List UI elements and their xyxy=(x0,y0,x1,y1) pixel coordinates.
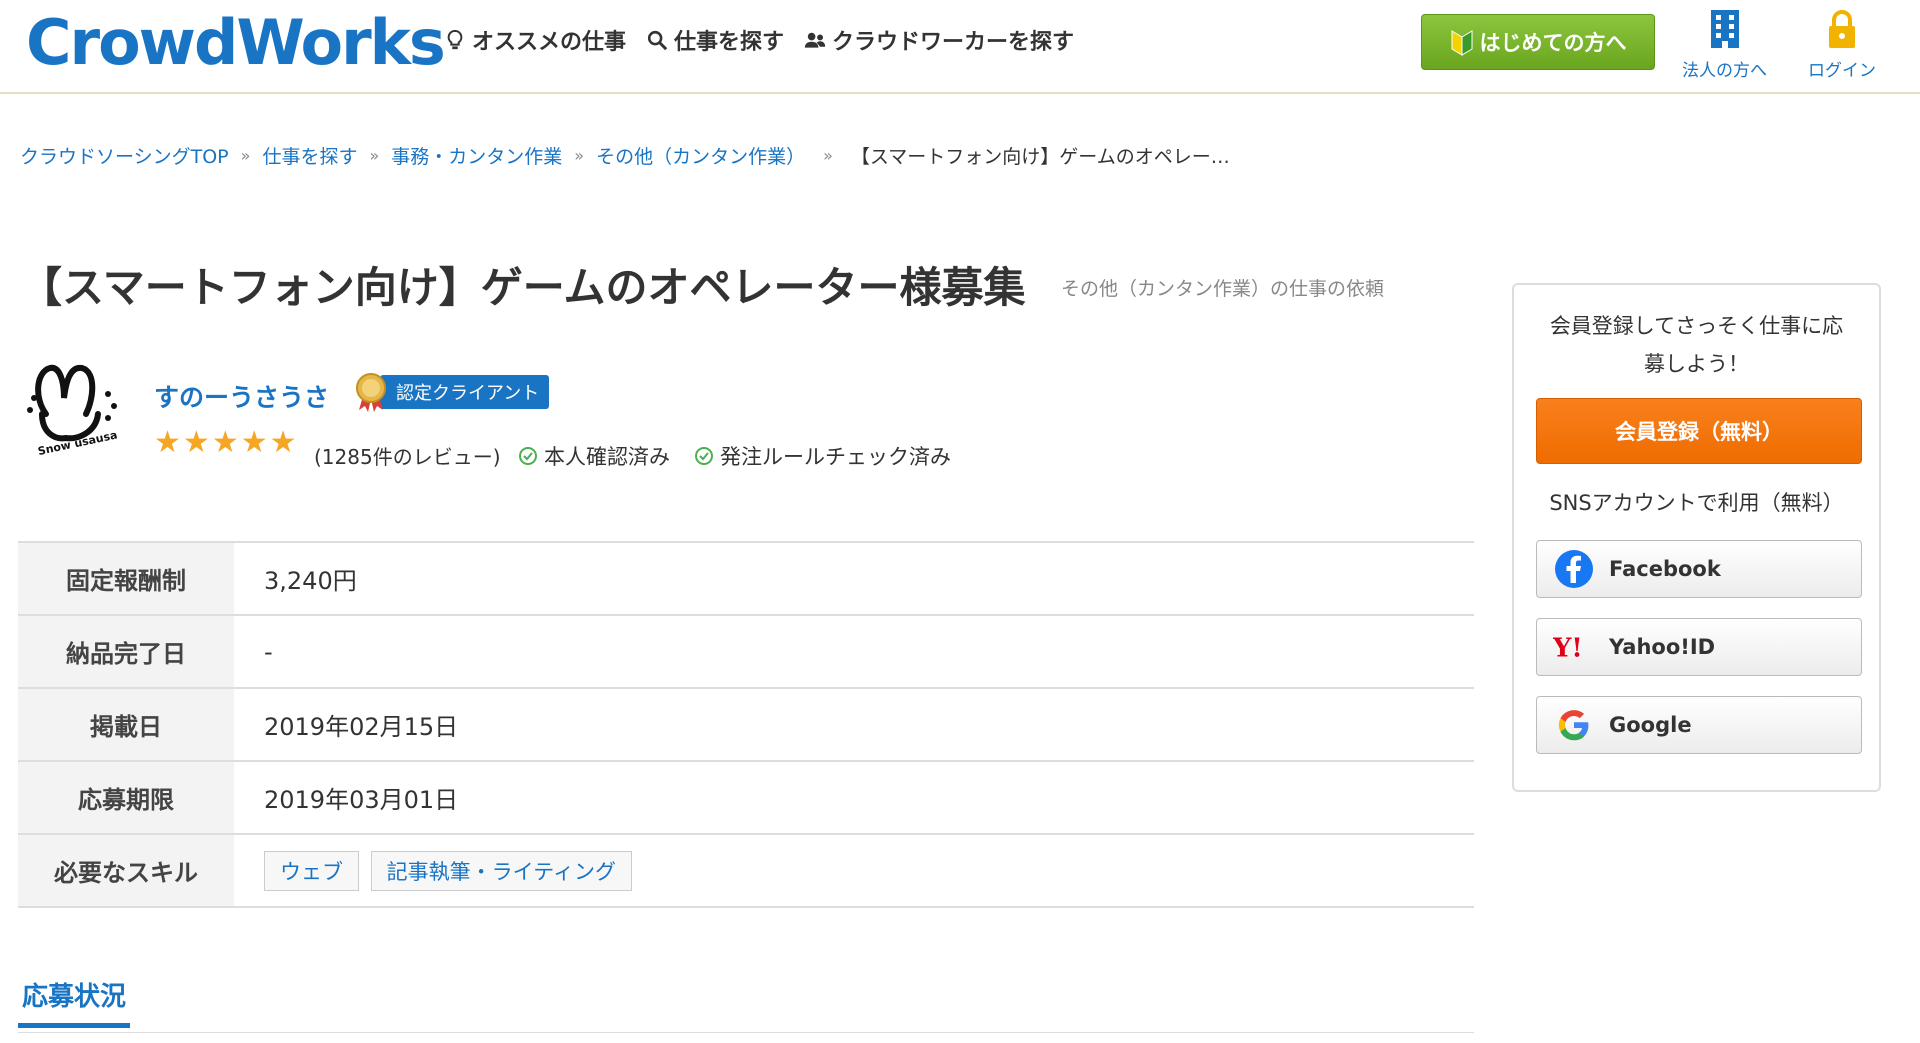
client-avatar[interactable]: Snow usausa xyxy=(20,358,124,458)
facebook-login-button[interactable]: Facebook xyxy=(1536,540,1862,598)
corporate-link-label: 法人の方へ xyxy=(1682,61,1767,81)
identity-verified-label: 本人確認済み xyxy=(544,445,670,469)
table-row: 掲載日 2019年02月15日 xyxy=(18,688,1474,761)
users-icon xyxy=(804,32,826,48)
lightbulb-icon xyxy=(447,29,463,50)
nav-search-workers[interactable]: クラウドワーカーを探す xyxy=(804,24,1074,56)
skill-tag[interactable]: ウェブ xyxy=(264,850,359,891)
building-icon xyxy=(1710,10,1739,48)
crowdworks-logo[interactable]: CrowdWorks xyxy=(26,6,446,79)
signup-lead-line2: 募しよう！ xyxy=(1644,352,1749,376)
section-divider xyxy=(18,1032,1474,1033)
breadcrumb-separator: » xyxy=(574,146,585,165)
nav-search-label: 仕事を探す xyxy=(674,30,785,55)
skills-value: ウェブ 記事執筆・ライティング xyxy=(234,834,1474,907)
yahoo-label: Yahoo!ID xyxy=(1609,635,1716,659)
certified-client-badge: 認定クライアント xyxy=(354,372,550,412)
breadcrumb-separator: » xyxy=(240,146,251,165)
yahoo-icon: Y! xyxy=(1553,626,1595,668)
detail-label: 応募期限 xyxy=(18,761,234,834)
breadcrumb-separator: » xyxy=(823,146,833,165)
star-icon: ★ xyxy=(240,425,268,460)
breadcrumb-current: 【スマートフォン向け】ゲームのオペレー… xyxy=(850,146,1230,168)
global-nav: オススメの仕事 仕事を探す クラウドワーカーを探す xyxy=(444,24,1074,56)
breadcrumb-category[interactable]: 事務・カンタン作業 xyxy=(391,142,562,169)
rating-stars: ★ ★ ★ ★ ★ xyxy=(154,428,297,458)
register-button[interactable]: 会員登録（無料） xyxy=(1536,398,1862,464)
star-icon: ★ xyxy=(211,425,239,460)
skills-label: 必要なスキル xyxy=(18,834,234,907)
star-icon: ★ xyxy=(154,425,181,460)
lock-icon xyxy=(1829,10,1855,48)
search-icon xyxy=(647,30,668,51)
page-title: 【スマートフォン向け】ゲームのオペレーター様募集 xyxy=(20,263,1026,312)
login-link[interactable]: ログイン xyxy=(1808,8,1876,81)
tab-application-status[interactable]: 応募状況 xyxy=(18,976,131,1028)
check-circle-icon xyxy=(695,447,713,465)
breadcrumb-subcategory[interactable]: その他（カンタン作業） xyxy=(596,142,805,169)
detail-value: 2019年02月15日 xyxy=(264,713,459,741)
table-row: 納品完了日 - xyxy=(18,615,1474,688)
star-icon: ★ xyxy=(182,425,210,460)
google-label: Google xyxy=(1609,713,1692,737)
breadcrumb-search-jobs[interactable]: 仕事を探す xyxy=(262,142,357,169)
signup-lead: 会員登録してさっそく仕事に応 募しよう！ xyxy=(1534,307,1859,383)
medal-icon xyxy=(356,373,386,412)
google-login-button[interactable]: Google xyxy=(1536,696,1862,754)
detail-value: 2019年03月01日 xyxy=(264,786,459,814)
sns-label: SNSアカウントで利用（無料） xyxy=(1549,491,1844,515)
svg-text:Y!: Y! xyxy=(1553,634,1583,662)
check-circle-icon xyxy=(519,447,537,465)
client-name[interactable]: すのーうさうさ xyxy=(154,378,329,414)
beginner-guide-label: はじめての方へ xyxy=(1479,31,1627,55)
google-icon xyxy=(1553,704,1595,746)
beginner-guide-button[interactable]: はじめての方へ xyxy=(1421,14,1655,70)
nav-recommended-jobs[interactable]: オススメの仕事 xyxy=(444,24,626,56)
table-row: 必要なスキル ウェブ 記事執筆・ライティング xyxy=(18,834,1474,907)
detail-label: 掲載日 xyxy=(18,688,234,761)
login-link-label: ログイン xyxy=(1808,61,1876,81)
detail-value: 3,240円 xyxy=(264,567,357,595)
nav-search-jobs[interactable]: 仕事を探す xyxy=(646,24,784,56)
breadcrumb-top[interactable]: クラウドソーシングTOP xyxy=(20,142,229,169)
signup-card: 会員登録してさっそく仕事に応 募しよう！ 会員登録（無料） SNSアカウントで利… xyxy=(1512,283,1881,792)
skill-tag[interactable]: 記事執筆・ライティング xyxy=(370,850,632,891)
detail-value: - xyxy=(264,637,273,666)
detail-label: 納品完了日 xyxy=(18,615,234,688)
job-detail-table: 固定報酬制 3,240円 納品完了日 - 掲載日 2019年02月15日 応募期… xyxy=(18,541,1474,908)
yahoo-login-button[interactable]: Y! Yahoo!ID xyxy=(1536,618,1862,676)
order-rules-checked: 発注ルールチェック済み xyxy=(694,441,951,471)
table-row: 応募期限 2019年03月01日 xyxy=(18,761,1474,834)
review-count[interactable]: (1285件のレビュー) xyxy=(314,441,501,470)
beginner-mark-icon xyxy=(1451,30,1472,56)
identity-verified: 本人確認済み xyxy=(518,441,670,471)
certified-client-label: 認定クライアント xyxy=(380,375,550,409)
star-icon: ★ xyxy=(269,425,297,460)
order-rules-checked-label: 発注ルールチェック済み xyxy=(720,445,951,469)
nav-recommended-label: オススメの仕事 xyxy=(472,30,627,55)
breadcrumb-separator: » xyxy=(369,146,380,165)
corporate-link[interactable]: 法人の方へ xyxy=(1682,8,1767,81)
site-header: CrowdWorks オススメの仕事 仕事を探す クラウドワーカーを探す はじめ… xyxy=(0,0,1920,94)
signup-lead-line1: 会員登録してさっそく仕事に応 xyxy=(1549,314,1844,338)
table-row: 固定報酬制 3,240円 xyxy=(18,542,1474,615)
page-subtitle: その他（カンタン作業）の仕事の依頼 xyxy=(1061,278,1385,300)
detail-label: 固定報酬制 xyxy=(18,542,234,615)
nav-workers-label: クラウドワーカーを探す xyxy=(832,30,1075,55)
breadcrumb: クラウドソーシングTOP » 仕事を探す » 事務・カンタン作業 » その他（カ… xyxy=(20,142,1230,169)
facebook-icon xyxy=(1553,548,1595,590)
facebook-label: Facebook xyxy=(1609,557,1721,581)
